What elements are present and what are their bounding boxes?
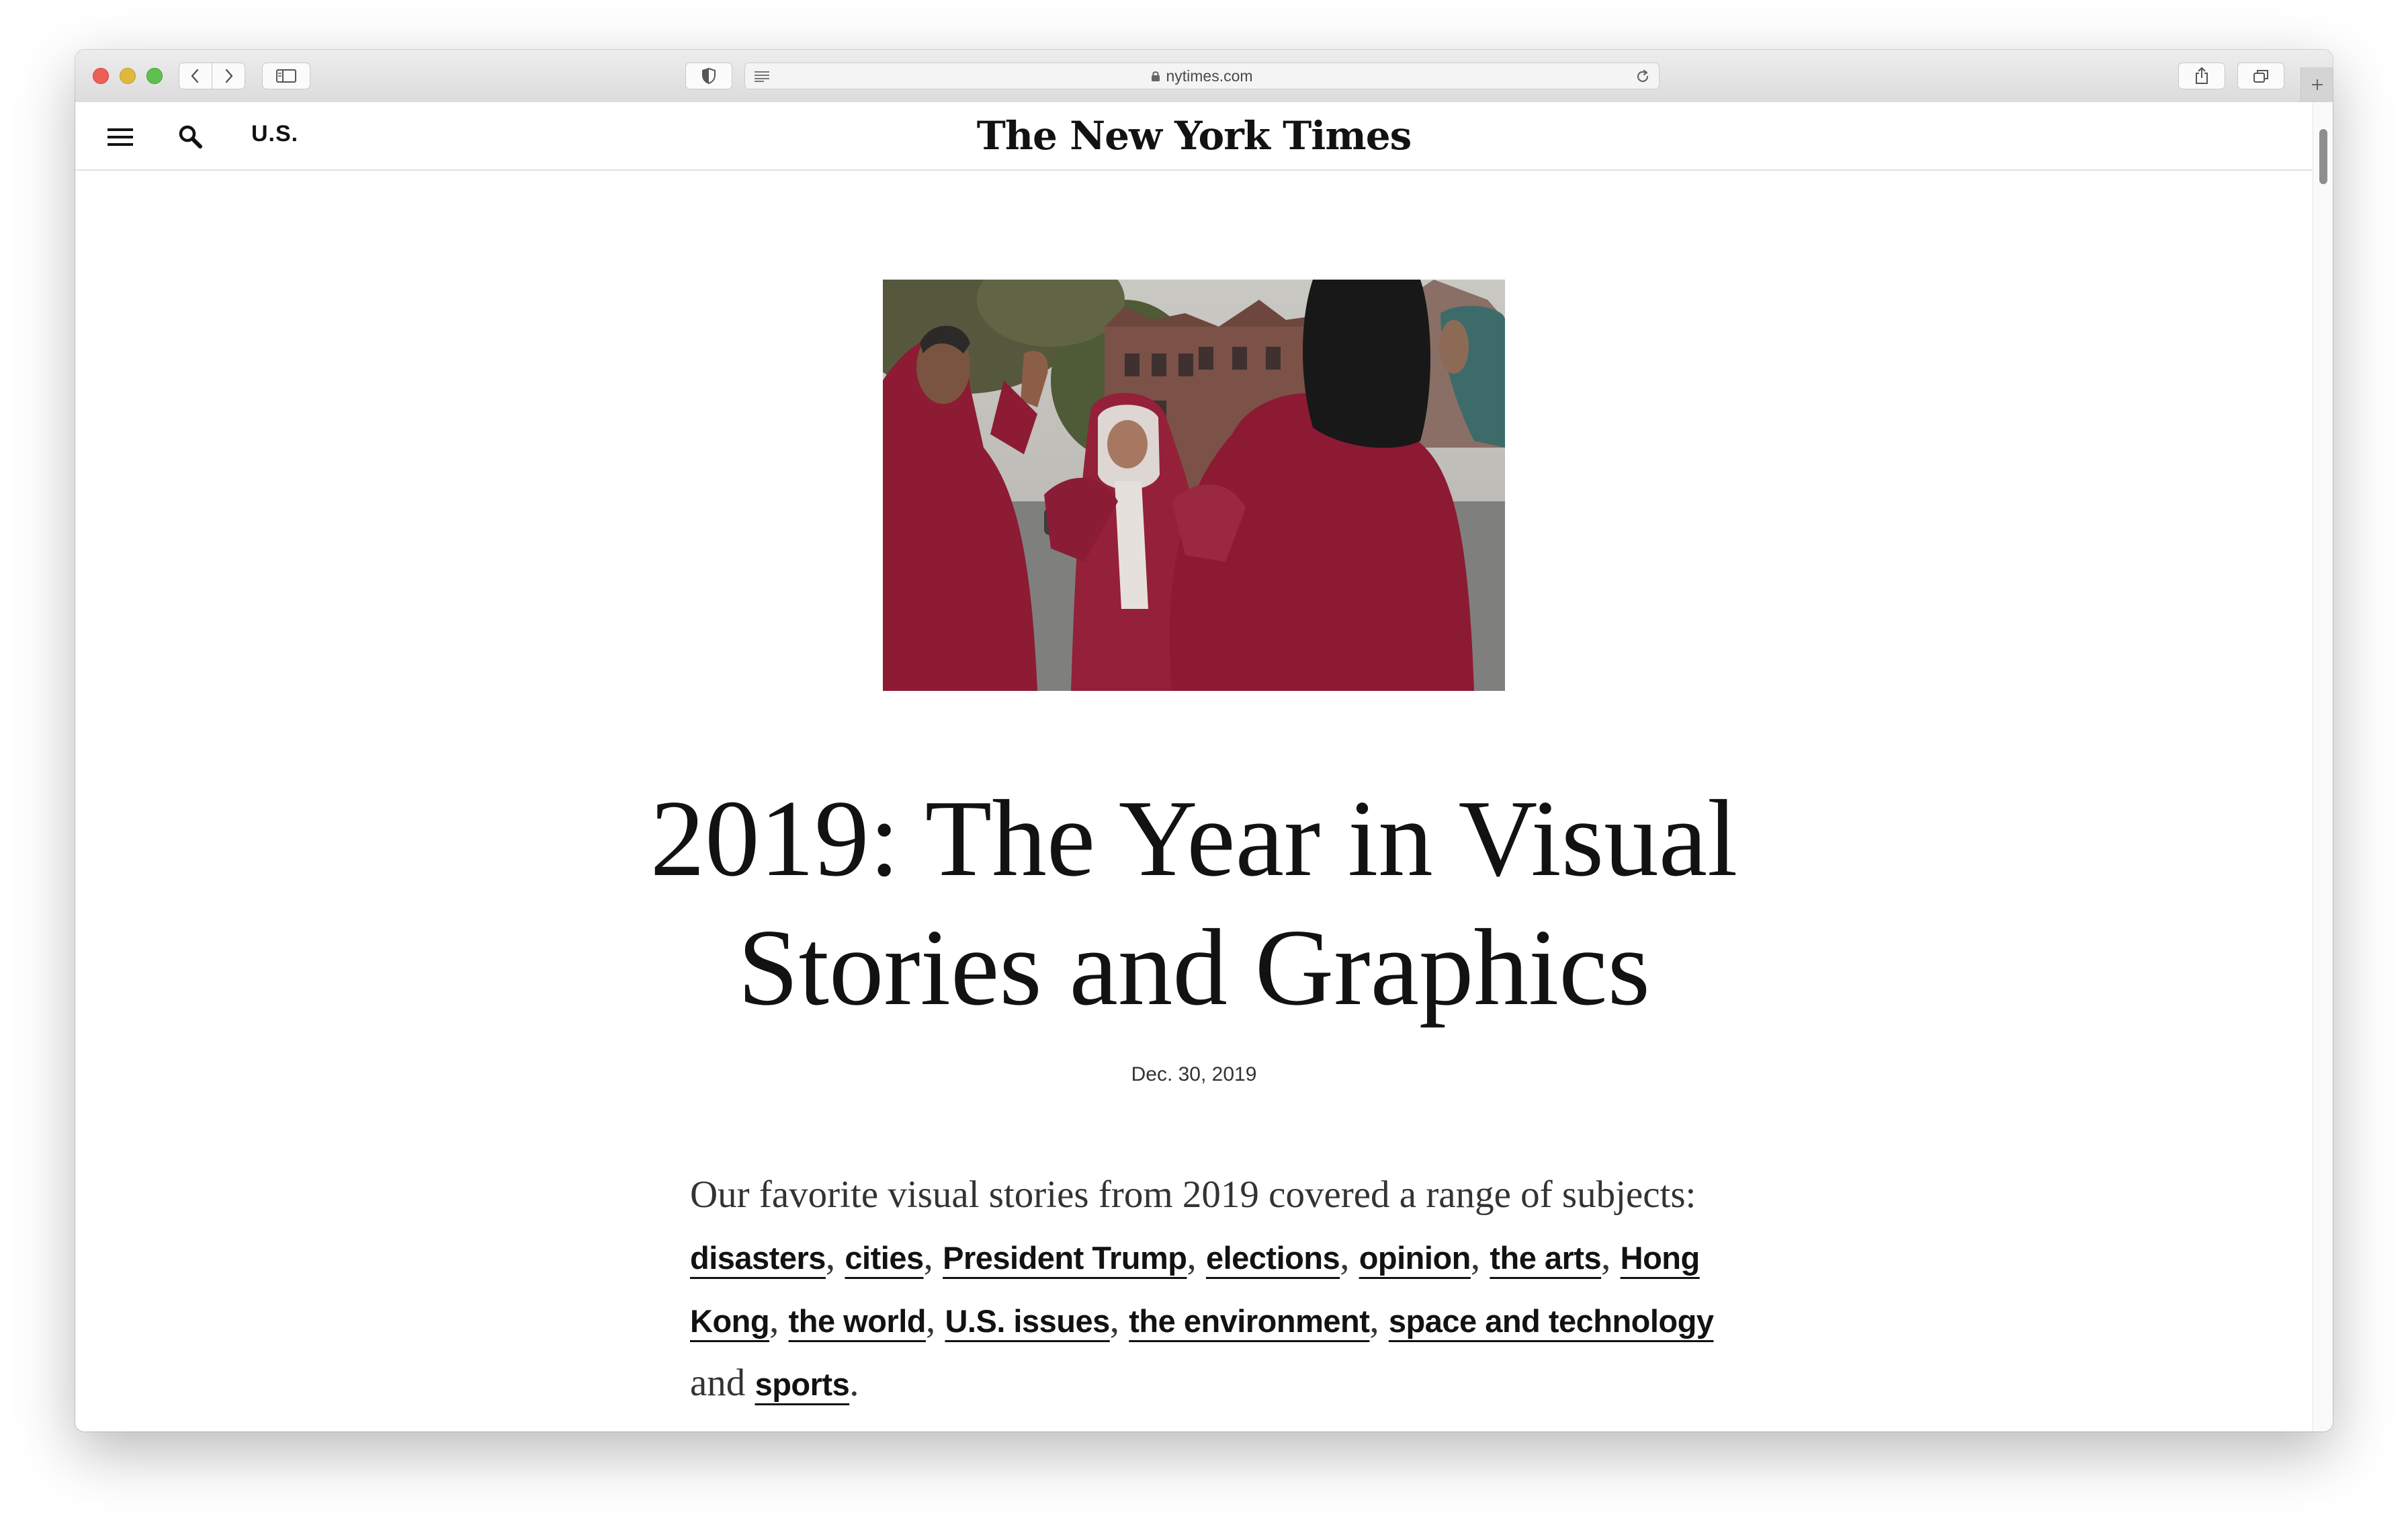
tabs-icon — [2253, 70, 2268, 83]
separator: , — [1369, 1298, 1379, 1341]
separator: , — [925, 1298, 936, 1341]
separator: , — [1340, 1235, 1350, 1278]
topic-link-disasters[interactable]: disasters — [690, 1240, 826, 1276]
share-button[interactable] — [2178, 63, 2225, 89]
separator: , — [825, 1235, 836, 1278]
zoom-window-button[interactable] — [146, 68, 163, 84]
topic-link-president-trump[interactable]: President Trump — [943, 1240, 1187, 1276]
minimize-window-button[interactable] — [120, 68, 136, 84]
privacy-report-button[interactable] — [685, 63, 732, 89]
topic-link-space-and-technology[interactable]: space and technology — [1389, 1303, 1714, 1339]
shield-icon — [702, 67, 716, 85]
topic-link-the-environment[interactable]: the environment — [1129, 1303, 1370, 1339]
forward-button[interactable] — [212, 63, 245, 89]
site-header: U.S. The New York Times — [75, 102, 2313, 171]
chevron-left-icon — [191, 69, 199, 83]
url-text: nytimes.com — [1166, 67, 1253, 85]
publish-date: Dec. 30, 2019 — [1131, 1063, 1257, 1085]
topic-link-cities[interactable]: cities — [845, 1240, 924, 1276]
separator: , — [1109, 1298, 1120, 1341]
topic-link-us-issues[interactable]: U.S. issues — [945, 1303, 1110, 1339]
reload-icon[interactable] — [1635, 69, 1651, 85]
topic-link-the-arts[interactable]: the arts — [1490, 1240, 1601, 1276]
tab-overview-button[interactable] — [2237, 63, 2284, 89]
article-headline: 2019: The Year in Visual Stories and Gra… — [650, 778, 1738, 1028]
separator: , — [1187, 1235, 1197, 1278]
separator: , — [769, 1298, 779, 1341]
sidebar-icon — [276, 69, 296, 83]
lock-icon — [1152, 71, 1160, 81]
period: . — [849, 1362, 859, 1404]
conjunction: and — [690, 1362, 746, 1404]
browser-window: nytimes.com U.S. The New York Times 2019… — [75, 50, 2333, 1432]
topic-link-the-world[interactable]: the world — [789, 1303, 927, 1339]
new-tab-button[interactable] — [2300, 67, 2333, 102]
chevron-right-icon — [225, 69, 233, 83]
share-icon — [2196, 67, 2208, 84]
address-bar[interactable]: nytimes.com — [744, 63, 1660, 89]
page-viewport: U.S. The New York Times 2019: The Year i… — [75, 102, 2313, 1432]
topic-link-elections[interactable]: elections — [1206, 1240, 1340, 1276]
close-window-button[interactable] — [93, 68, 109, 84]
summary-intro: Our favorite visual stories from 2019 co… — [690, 1173, 1696, 1216]
separator: , — [923, 1235, 933, 1278]
sidebar-toggle-button[interactable] — [262, 63, 310, 89]
scrollbar-thumb[interactable] — [2319, 129, 2327, 184]
plus-icon — [2312, 79, 2323, 90]
separator: , — [1470, 1235, 1481, 1278]
topic-link-opinion[interactable]: opinion — [1359, 1240, 1471, 1276]
vertical-scrollbar[interactable] — [2313, 102, 2333, 1432]
separator: , — [1601, 1235, 1611, 1278]
hero-image[interactable] — [883, 280, 1505, 691]
topic-link-sports[interactable]: sports — [755, 1366, 850, 1402]
article-summary: Our favorite visual stories from 2019 co… — [690, 1164, 1738, 1415]
back-button[interactable] — [179, 63, 212, 89]
browser-toolbar: nytimes.com — [75, 50, 2333, 104]
nyt-logo[interactable]: The New York Times — [75, 113, 2313, 159]
